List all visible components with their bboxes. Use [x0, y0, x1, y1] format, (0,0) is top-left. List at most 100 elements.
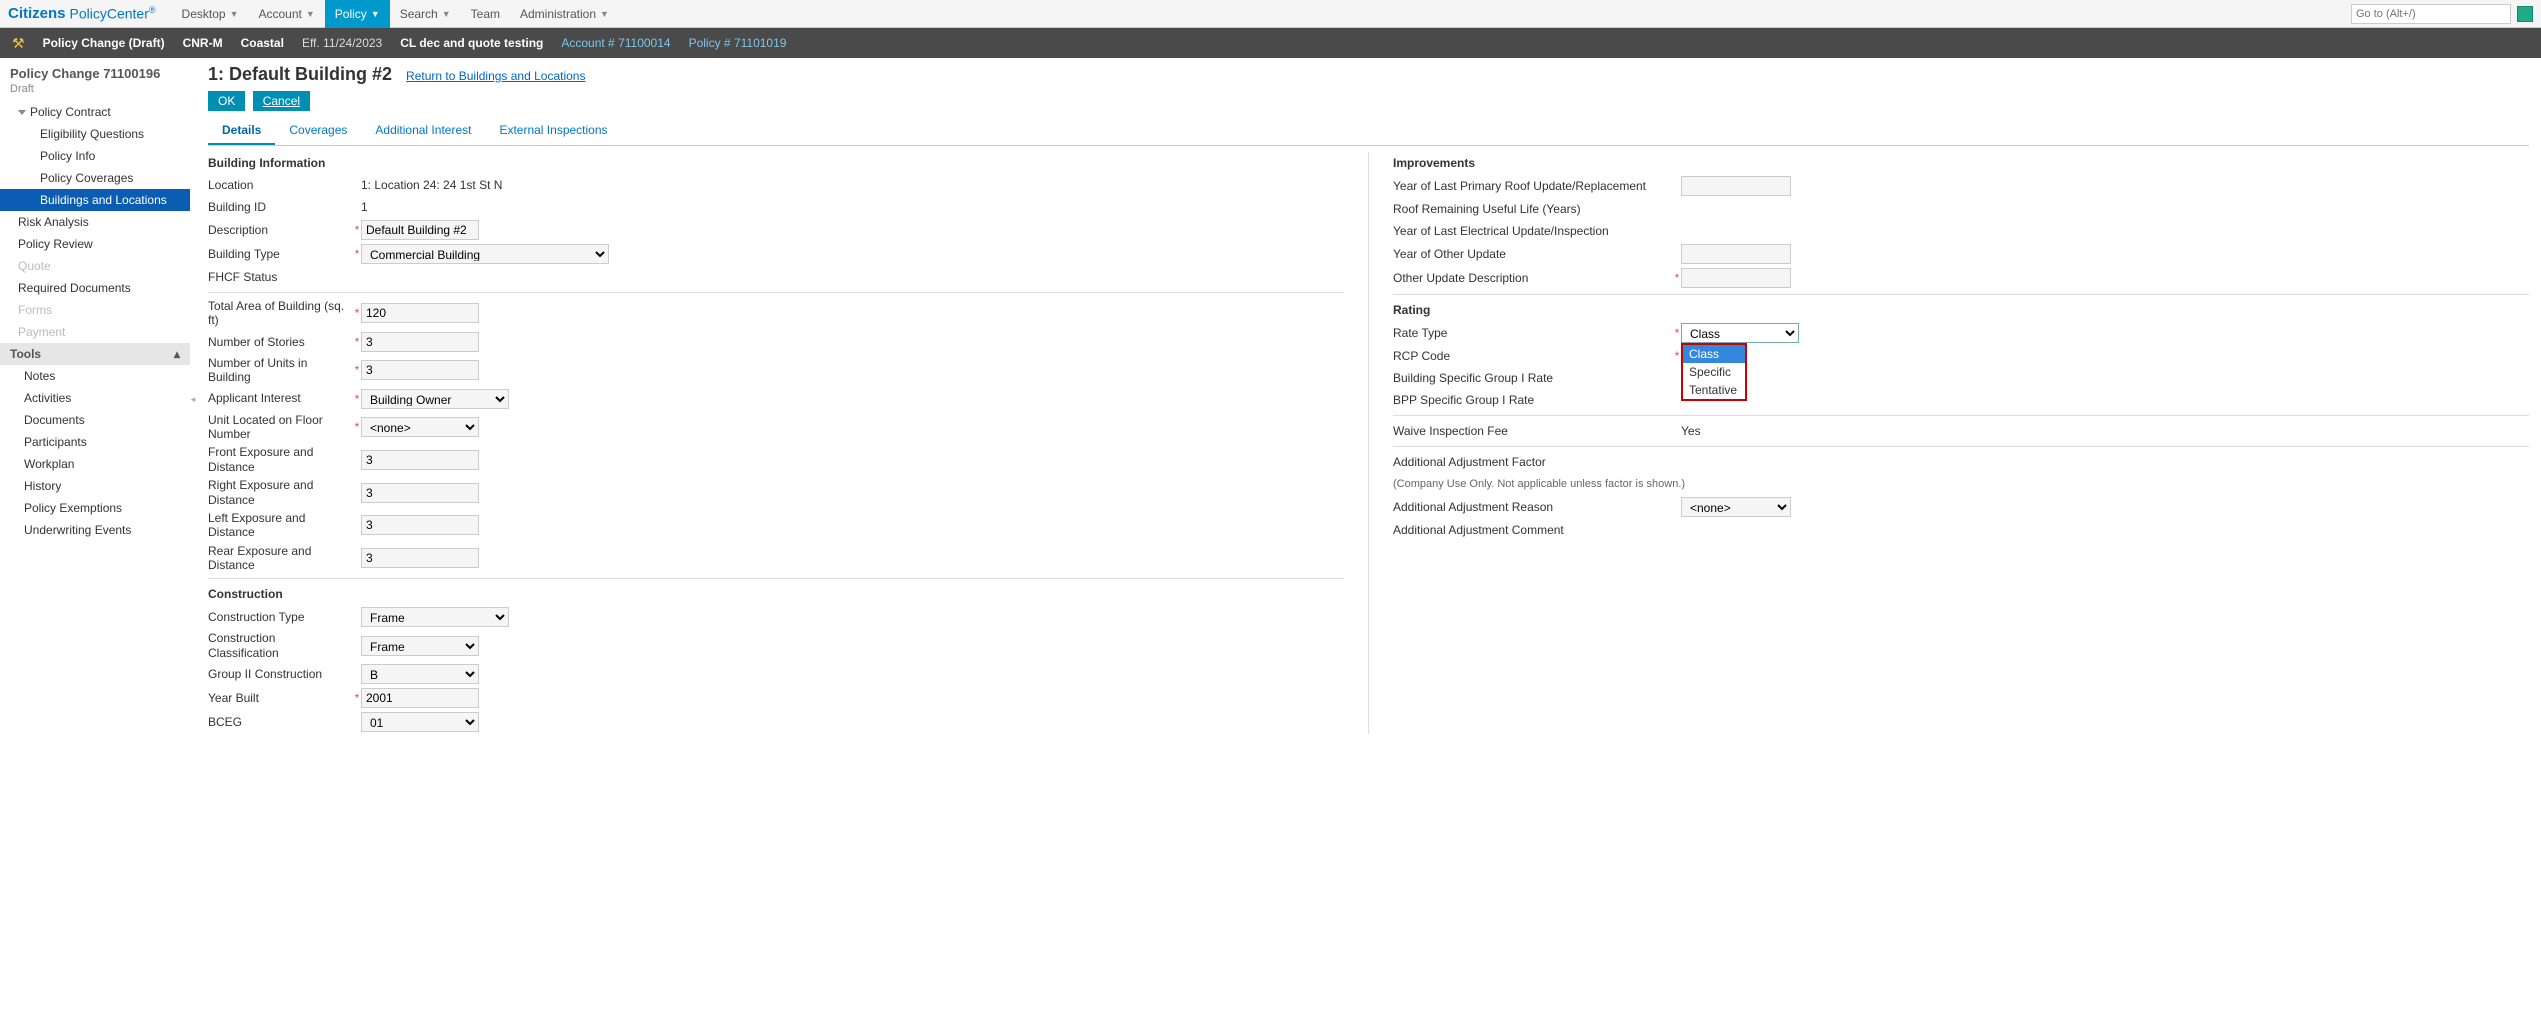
roof-year-input[interactable] [1681, 176, 1791, 196]
tools-exemptions[interactable]: Policy Exemptions [0, 497, 190, 519]
adj-comment-label: Additional Adjustment Comment [1393, 523, 1673, 537]
left-exp-input[interactable] [361, 515, 479, 535]
sidebar-item-eligibility[interactable]: Eligibility Questions [0, 123, 190, 145]
sidebar-item-forms: Forms [0, 299, 190, 321]
tools-history[interactable]: History [0, 475, 190, 497]
stories-input[interactable] [361, 332, 479, 352]
applicant-label: Applicant Interest [208, 391, 353, 405]
sidebar-item-policy-info[interactable]: Policy Info [0, 145, 190, 167]
sidebar-item-required-docs[interactable]: Required Documents [0, 277, 190, 299]
unit-floor-select[interactable]: <none> [361, 417, 479, 437]
group2-label: Group II Construction [208, 667, 353, 681]
menu-account[interactable]: Account▼ [248, 0, 324, 28]
ok-button[interactable]: OK [208, 91, 245, 111]
building-type-label: Building Type [208, 247, 353, 261]
sidebar-item-buildings[interactable]: Buildings and Locations [0, 189, 190, 211]
units-label: Number of Units in Building [208, 356, 353, 385]
rate-type-label: Rate Type [1393, 326, 1673, 340]
sidebar-item-quote: Quote [0, 255, 190, 277]
sidebar-item-policy-coverages[interactable]: Policy Coverages [0, 167, 190, 189]
caret-icon: ▼ [442, 9, 451, 19]
return-link[interactable]: Return to Buildings and Locations [406, 69, 585, 83]
caret-icon: ▼ [371, 9, 380, 19]
tools-documents[interactable]: Documents [0, 409, 190, 431]
rate-type-option-tentative[interactable]: Tentative [1683, 381, 1745, 399]
goto-search [2351, 4, 2511, 24]
rear-exp-input[interactable] [361, 548, 479, 568]
applicant-select[interactable]: Building Owner [361, 389, 509, 409]
account-link[interactable]: Account # 71100014 [561, 36, 670, 50]
group2-select[interactable]: B [361, 664, 479, 684]
tools-notes[interactable]: Notes [0, 365, 190, 387]
tools-workplan[interactable]: Workplan [0, 453, 190, 475]
waive-value: Yes [1681, 424, 1701, 438]
context-coastal: Coastal [241, 36, 284, 50]
description-label: Description [208, 223, 353, 237]
right-column: Improvements Year of Last Primary Roof U… [1393, 152, 2529, 734]
tab-additional-interest[interactable]: Additional Interest [361, 117, 485, 145]
sidebar-item-review[interactable]: Policy Review [0, 233, 190, 255]
adj-reason-label: Additional Adjustment Reason [1393, 500, 1673, 514]
other-year-input[interactable] [1681, 244, 1791, 264]
rear-exp-label: Rear Exposure and Distance [208, 544, 353, 573]
tools-uw-events[interactable]: Underwriting Events [0, 519, 190, 541]
rate-type-option-class[interactable]: Class [1683, 345, 1745, 363]
rate-type-select[interactable]: Class [1681, 323, 1799, 343]
sidebar-item-risk[interactable]: Risk Analysis [0, 211, 190, 233]
bceg-select[interactable]: 01 [361, 712, 479, 732]
section-construction: Construction [208, 583, 1344, 605]
building-type-select[interactable]: Commercial Building [361, 244, 609, 264]
sidebar-item-payment: Payment [0, 321, 190, 343]
const-type-label: Construction Type [208, 610, 353, 624]
tools-activities[interactable]: Activities [0, 387, 190, 409]
left-exp-label: Left Exposure and Distance [208, 511, 353, 540]
rate-type-field: Class Class Specific Tentative [1681, 323, 1799, 343]
waive-label: Waive Inspection Fee [1393, 424, 1673, 438]
save-icon[interactable] [2517, 6, 2533, 22]
content-area: 1: Default Building #2 Return to Buildin… [196, 58, 2541, 740]
caret-icon: ▼ [600, 9, 609, 19]
brand-product: PolicyCenter® [70, 5, 156, 22]
menu-desktop[interactable]: Desktop▼ [172, 0, 249, 28]
year-built-input[interactable] [361, 688, 479, 708]
right-exp-input[interactable] [361, 483, 479, 503]
front-exp-input[interactable] [361, 450, 479, 470]
tools-participants[interactable]: Participants [0, 431, 190, 453]
tab-coverages[interactable]: Coverages [275, 117, 361, 145]
bceg-label: BCEG [208, 715, 353, 729]
building-id-label: Building ID [208, 200, 353, 214]
stories-label: Number of Stories [208, 335, 353, 349]
year-built-label: Year Built [208, 691, 353, 705]
tab-external-inspections[interactable]: External Inspections [485, 117, 621, 145]
other-desc-input[interactable] [1681, 268, 1791, 288]
building-id-value: 1 [361, 200, 368, 214]
description-input[interactable] [361, 220, 479, 240]
sidebar-item-policy-contract[interactable]: Policy Contract [0, 101, 190, 123]
cancel-button[interactable]: Cancel [253, 91, 310, 111]
tab-details[interactable]: Details [208, 117, 275, 145]
units-input[interactable] [361, 360, 479, 380]
rate-type-option-specific[interactable]: Specific [1683, 363, 1745, 381]
menu-team[interactable]: Team [461, 0, 510, 28]
policy-link[interactable]: Policy # 71101019 [689, 36, 787, 50]
context-bar: ⚒ Policy Change (Draft) CNR-M Coastal Ef… [0, 28, 2541, 58]
menu-search[interactable]: Search▼ [390, 0, 461, 28]
adj-reason-select[interactable]: <none> [1681, 497, 1791, 517]
sidebar-status: Draft [0, 83, 190, 101]
menu-policy[interactable]: Policy▼ [325, 0, 390, 28]
detail-tabs: Details Coverages Additional Interest Ex… [208, 117, 2529, 146]
total-area-label: Total Area of Building (sq. ft) [208, 299, 353, 328]
tools-header[interactable]: Tools▴ [0, 343, 190, 365]
goto-input[interactable] [2351, 4, 2511, 24]
const-class-select[interactable]: Frame [361, 636, 479, 656]
hammer-icon: ⚒ [12, 35, 25, 52]
context-desc: CL dec and quote testing [400, 36, 543, 50]
caret-icon: ▼ [306, 9, 315, 19]
const-type-select[interactable]: Frame [361, 607, 509, 627]
const-class-label: Construction Classification [208, 631, 353, 660]
menu-administration[interactable]: Administration▼ [510, 0, 619, 28]
fhcf-label: FHCF Status [208, 270, 353, 284]
right-exp-label: Right Exposure and Distance [208, 478, 353, 507]
total-area-input[interactable] [361, 303, 479, 323]
collapse-icon: ▴ [174, 347, 180, 361]
